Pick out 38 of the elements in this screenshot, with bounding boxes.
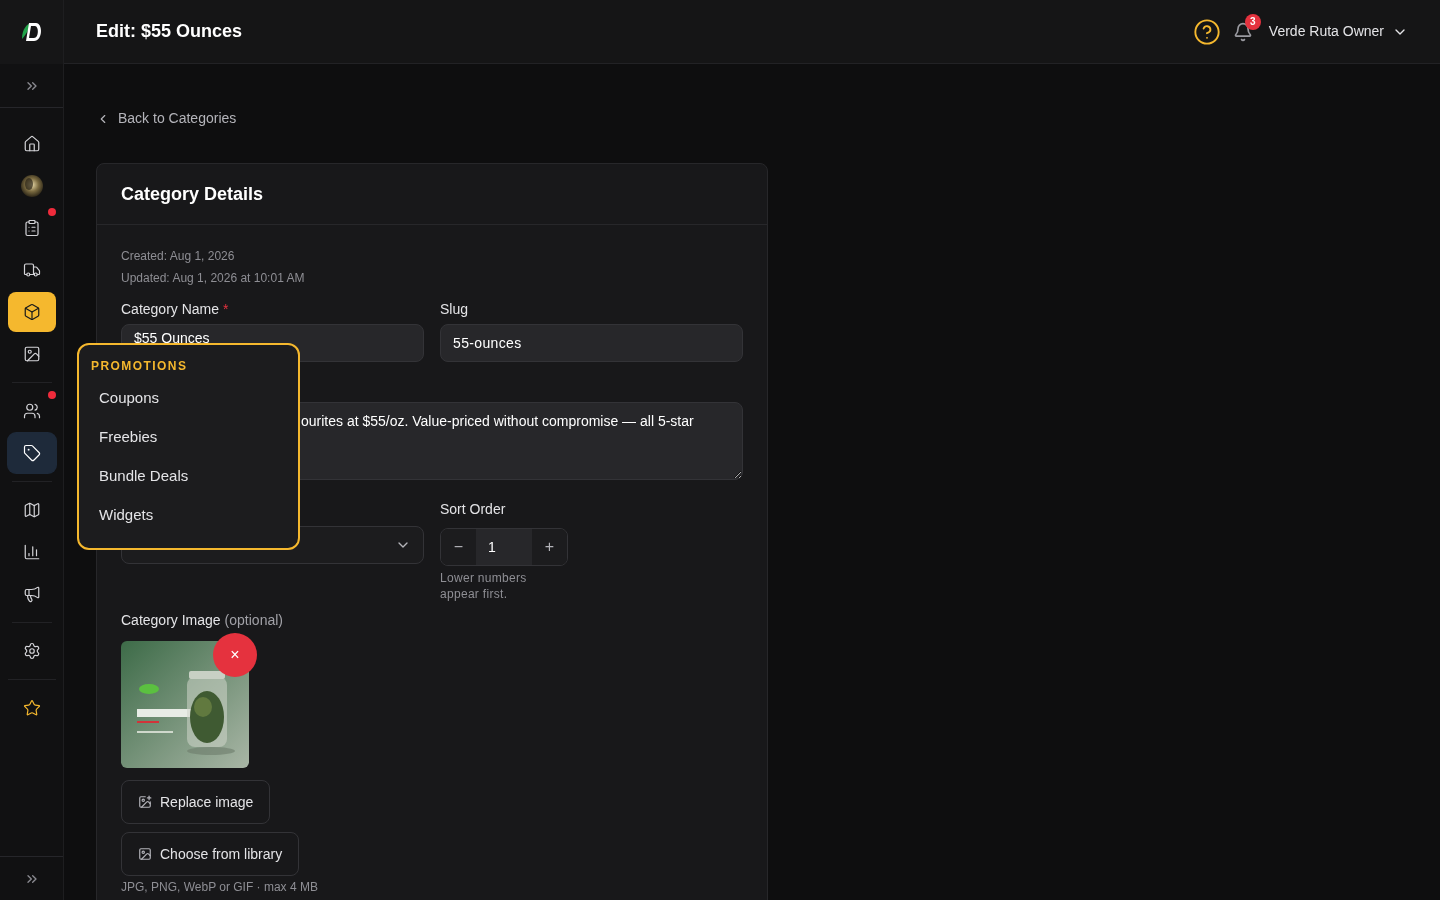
menu-heading: PROMOTIONS (91, 358, 189, 375)
user-menu[interactable]: Verde Ruta Owner (1268, 21, 1408, 42)
notification-badge: 3 (1244, 13, 1261, 30)
page-title: Edit: $55 Ounces (96, 20, 244, 43)
star-icon (22, 699, 41, 717)
house-icon (22, 135, 41, 153)
field-label: Category Name (121, 300, 220, 319)
megaphone-icon (22, 585, 41, 603)
image-icon (138, 847, 152, 861)
field-label: Category Image (121, 611, 221, 630)
optional-label: (optional) (224, 611, 283, 630)
card-title: Category Details (121, 182, 264, 206)
slug-input[interactable]: 55-ounces (440, 324, 743, 362)
image-icon (22, 345, 41, 363)
remove-image-button[interactable]: × (213, 633, 257, 677)
created-date: Created: Aug 1, 2026 (121, 248, 236, 265)
clipboard-icon (22, 219, 41, 237)
truck-icon (22, 261, 41, 279)
sidebar-item[interactable] (7, 433, 56, 473)
field-label: Sort Order (440, 500, 507, 519)
bar-chart-icon (22, 543, 41, 561)
users-icon (22, 402, 41, 420)
file-hint: JPG, PNG, WebP or GIF · max 4 MB (121, 879, 319, 896)
sidebar-item[interactable] (7, 292, 56, 332)
box-icon (22, 303, 41, 321)
menu-item[interactable]: Widgets (91, 496, 286, 535)
replace-image-button[interactable]: Replace image (121, 780, 271, 824)
settings-icon (22, 642, 41, 660)
tag-icon (22, 444, 41, 462)
image-icon (138, 795, 152, 809)
library-button[interactable]: Choose from library (121, 832, 300, 876)
help-icon[interactable] (1192, 17, 1221, 46)
map-icon (22, 501, 41, 519)
field-label: Slug (440, 300, 470, 319)
updated-date: Updated: Aug 1, 2026 at 10:01 AM (121, 270, 306, 287)
back-link[interactable]: Back to Categories (96, 108, 1408, 129)
sort-order-hint: Lower numbers appear first. (440, 570, 528, 602)
required-mark: * (223, 300, 229, 319)
